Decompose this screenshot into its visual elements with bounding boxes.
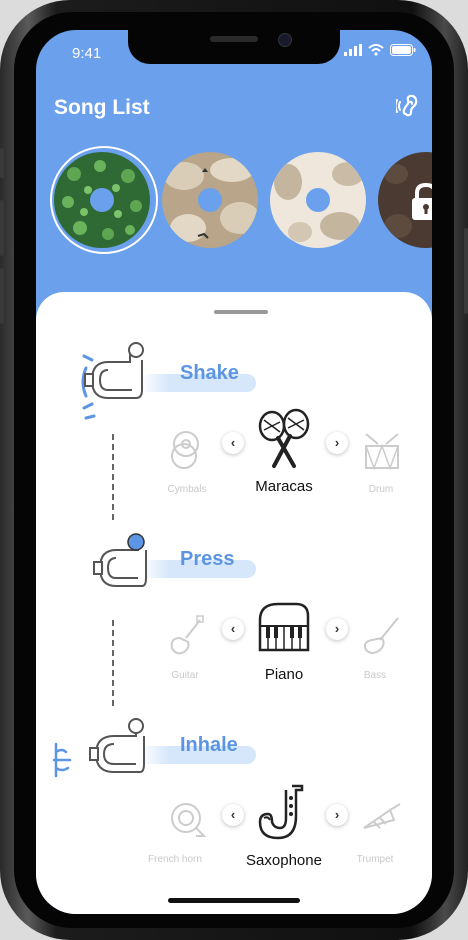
sheet-drag-handle[interactable] — [214, 310, 268, 314]
instrument-left-label: French horn — [148, 854, 202, 865]
drum-icon[interactable] — [362, 432, 402, 472]
instrument-right-label: Bass — [363, 670, 387, 681]
gesture-sheet: Shake Cymbals ‹ Maracas › Drum Press Gui… — [36, 292, 432, 914]
instrument-right-label: Trumpet — [356, 854, 394, 865]
instrument-right-label: Drum — [368, 484, 394, 495]
instrument-left-label: Guitar — [171, 670, 199, 681]
power-button — [464, 228, 468, 314]
maracas-icon — [258, 408, 310, 468]
gesture-label-inhale: Inhale — [180, 734, 238, 756]
volume-down-button — [0, 268, 4, 324]
screen: 9:41 Song List Shake Cymbals ‹ Maracas ›… — [36, 30, 432, 914]
next-instrument-button[interactable]: › — [326, 804, 348, 826]
next-instrument-button[interactable]: › — [326, 618, 348, 640]
saxophone-icon — [258, 784, 304, 840]
status-icons — [344, 44, 416, 56]
prev-instrument-button[interactable]: ‹ — [222, 432, 244, 454]
trumpet-icon[interactable] — [360, 798, 404, 842]
gesture-label-press: Press — [180, 548, 235, 570]
song-disc-clover[interactable] — [54, 152, 150, 248]
instrument-center-label: Saxophone — [246, 852, 322, 869]
song-disc-cats[interactable] — [162, 152, 258, 248]
instrument-center-label: Maracas — [255, 478, 313, 495]
connector-line — [112, 620, 114, 706]
connector-line — [112, 434, 114, 520]
song-disc-locked[interactable] — [378, 152, 432, 248]
instrument-center-label: Piano — [264, 666, 304, 683]
front-camera — [278, 33, 292, 47]
cellular-signal-icon — [344, 44, 362, 56]
disc-hole — [90, 188, 114, 212]
inhale-device-icon — [52, 718, 145, 778]
disc-hole — [306, 188, 330, 212]
battery-icon — [390, 44, 416, 56]
french-horn-icon[interactable] — [166, 796, 206, 840]
volume-up-button — [0, 200, 4, 256]
home-indicator[interactable] — [168, 898, 300, 903]
gesture-label-shake: Shake — [180, 362, 239, 384]
status-time: 9:41 — [72, 45, 102, 62]
piano-icon — [258, 602, 310, 652]
mute-switch — [0, 148, 4, 178]
lock-icon — [412, 182, 432, 220]
bass-icon[interactable] — [360, 614, 404, 658]
next-instrument-button[interactable]: › — [326, 432, 348, 454]
phone-frame: 9:41 Song List Shake Cymbals ‹ Maracas ›… — [0, 0, 468, 940]
ear-sound-icon[interactable] — [396, 92, 424, 120]
page-title: Song List — [54, 96, 150, 119]
prev-instrument-button[interactable]: ‹ — [222, 804, 244, 826]
shake-device-icon — [81, 342, 144, 420]
cymbals-icon[interactable] — [166, 430, 206, 470]
prev-instrument-button[interactable]: ‹ — [222, 618, 244, 640]
press-device-icon — [93, 533, 147, 587]
notch — [128, 30, 340, 64]
speaker-grille — [210, 36, 258, 42]
disc-hole — [198, 188, 222, 212]
wifi-icon — [368, 44, 384, 56]
instrument-left-label: Cymbals — [167, 484, 207, 495]
guitar-icon[interactable] — [166, 614, 206, 658]
song-disc-light[interactable] — [270, 152, 366, 248]
